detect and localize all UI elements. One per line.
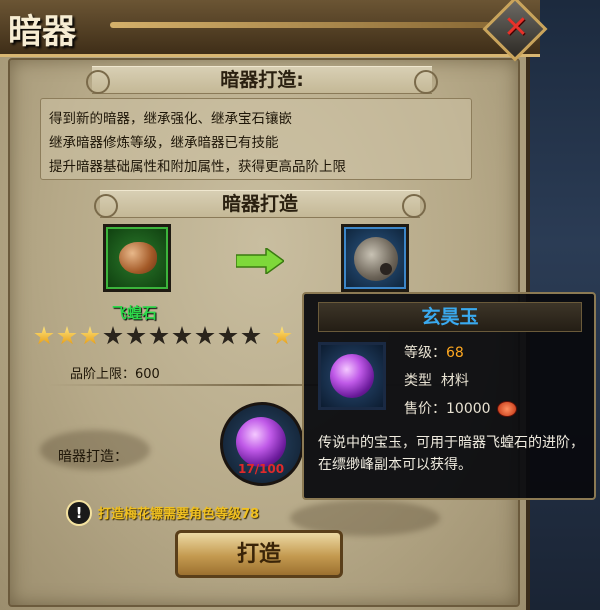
tooltip-description: 传说中的宝玉，可用于暗器飞蝗石的进阶，在缥缈峰副本可以获得。 <box>318 435 584 473</box>
window-title: 暗器 <box>8 12 76 52</box>
coin-icon <box>496 401 517 417</box>
intro-line: 得到新的暗器，继承强化、继承宝石镶嵌 <box>49 111 292 127</box>
star-icon <box>57 326 77 345</box>
material-progress: 17/100 <box>238 462 285 476</box>
intro-line: 提升暗器基础属性和附加属性，获得更高品阶上限 <box>49 159 346 175</box>
tooltip-level: 等级：68 <box>404 342 464 362</box>
xuan-hao-yu-icon <box>236 417 286 467</box>
star-icon <box>195 326 215 345</box>
tooltip-price: 售价：10000 <box>404 398 517 418</box>
forge-heading: 暗器打造 <box>94 190 426 218</box>
title-bar: 暗器 <box>0 0 540 57</box>
material-label: 暗器打造： <box>58 449 128 465</box>
tooltip-item-slot <box>318 342 386 410</box>
title-decoration <box>110 22 490 28</box>
star-icon <box>218 326 238 345</box>
exclamation-icon: ! <box>66 500 92 526</box>
arrow-right-icon <box>236 248 284 274</box>
intro-heading: 暗器打造: <box>86 66 438 94</box>
tooltip-type-value: 材料 <box>440 373 469 389</box>
star-icon <box>149 326 169 345</box>
close-icon[interactable]: ✕ <box>500 12 532 44</box>
quality-cap: 品阶上限：600 <box>70 363 160 382</box>
source-item-name: 飞蝗石 <box>112 304 158 322</box>
source-item-slot[interactable] <box>103 224 171 292</box>
quality-cap-value: 600 <box>135 367 160 382</box>
quality-cap-label: 品阶上限： <box>70 367 136 382</box>
target-item-slot[interactable] <box>341 224 409 292</box>
tooltip-type: 类型 材料 <box>404 370 469 390</box>
star-icon <box>80 326 100 345</box>
level-requirement-warning: 打造梅花镖需要角色等级78 <box>98 507 260 522</box>
star-icon <box>241 326 261 345</box>
star-icon <box>272 326 292 345</box>
star-icon <box>126 326 146 345</box>
star-icon <box>103 326 123 345</box>
tooltip-type-label: 类型 <box>404 373 432 389</box>
tooltip-level-value: 68 <box>446 345 464 361</box>
target-star-rating <box>272 326 292 346</box>
tooltip-item-name: 玄昊玉 <box>318 302 582 332</box>
tooltip-price-value: 10000 <box>446 401 491 417</box>
tooltip-level-label: 等级： <box>404 345 446 361</box>
craft-button[interactable]: 打造 <box>175 530 343 578</box>
fei-huang-shi-icon <box>119 242 157 274</box>
xuan-hao-yu-icon <box>330 354 374 398</box>
tooltip-price-label: 售价： <box>404 401 446 417</box>
mei-hua-biao-icon <box>354 237 398 281</box>
item-tooltip: 玄昊玉 等级：68 类型 材料 售价：10000 传说中的宝玉，可用于暗器飞蝗石… <box>302 292 596 500</box>
intro-description: 得到新的暗器，继承强化、继承宝石镶嵌 继承暗器修炼等级，继承暗器已有技能 提升暗… <box>40 98 472 180</box>
source-star-rating <box>34 326 261 346</box>
star-icon <box>34 326 54 345</box>
intro-line: 继承暗器修炼等级，继承暗器已有技能 <box>49 135 279 151</box>
star-icon <box>172 326 192 345</box>
